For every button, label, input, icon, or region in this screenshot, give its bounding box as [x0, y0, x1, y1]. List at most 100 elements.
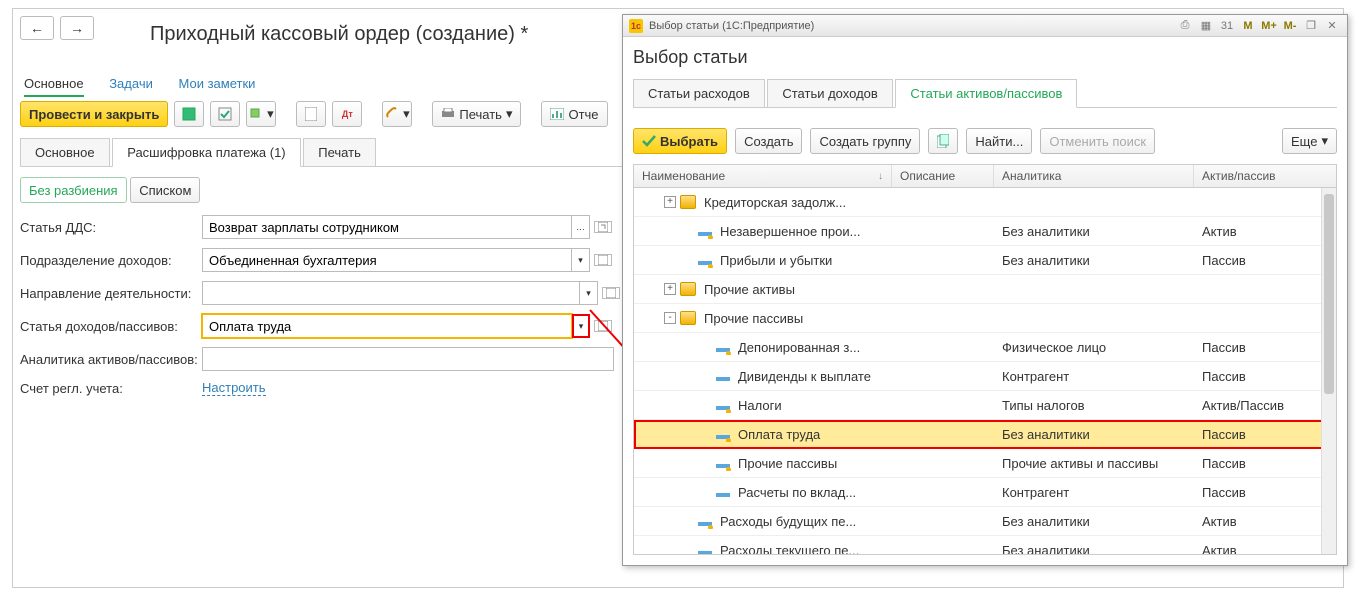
- tree-row[interactable]: Расходы текущего пе...Без аналитикиАктив: [634, 536, 1336, 555]
- direction-dd[interactable]: ▾: [580, 281, 598, 305]
- col-analytics[interactable]: Аналитика: [994, 165, 1194, 187]
- col-name[interactable]: Наименование↓: [634, 165, 892, 187]
- row-ap: Пассив: [1194, 369, 1336, 384]
- titlebar-print-icon[interactable]: ⎙: [1176, 18, 1194, 34]
- direction-label: Направление деятельности:: [20, 286, 202, 301]
- tab-expenses[interactable]: Статьи расходов: [633, 79, 765, 107]
- titlebar-mplus[interactable]: M+: [1260, 18, 1278, 34]
- tree-row[interactable]: + Прочие активы: [634, 275, 1336, 304]
- income-open[interactable]: [594, 320, 612, 332]
- row-name: Кредиторская задолж...: [704, 195, 846, 210]
- scrollbar[interactable]: [1321, 188, 1336, 554]
- tree-row[interactable]: + Кредиторская задолж...: [634, 188, 1336, 217]
- tab-main[interactable]: Основное: [20, 138, 110, 166]
- col-ap[interactable]: Актив/пассив: [1194, 165, 1336, 187]
- post-close-button[interactable]: Провести и закрыть: [20, 101, 168, 127]
- row-analytics: Типы налогов: [994, 398, 1194, 413]
- row-name: Расходы будущих пе...: [720, 514, 856, 529]
- dialog-titlebar[interactable]: 1c Выбор статьи (1С:Предприятие) ⎙ ▦ 31 …: [623, 15, 1347, 37]
- row-analytics: Без аналитики: [994, 224, 1194, 239]
- folder-icon: [680, 195, 696, 209]
- tab-assets[interactable]: Статьи активов/пассивов: [895, 79, 1077, 108]
- tree-row[interactable]: НалогиТипы налоговАктив/Пассив: [634, 391, 1336, 420]
- titlebar-mminus[interactable]: M-: [1281, 18, 1299, 34]
- row-analytics: Физическое лицо: [994, 340, 1194, 355]
- income-label: Статья доходов/пассивов:: [20, 319, 202, 334]
- tab-income[interactable]: Статьи доходов: [767, 79, 892, 107]
- logo-1c-icon: 1c: [629, 19, 643, 33]
- expand-icon[interactable]: -: [664, 312, 676, 324]
- direction-input[interactable]: [202, 281, 580, 305]
- tree-row[interactable]: Расходы будущих пе...Без аналитикиАктив: [634, 507, 1336, 536]
- income-dd[interactable]: ▾: [572, 314, 590, 338]
- scrollbar-thumb[interactable]: [1324, 194, 1334, 394]
- titlebar-m[interactable]: M: [1239, 18, 1257, 34]
- post-icon[interactable]: [210, 101, 240, 127]
- expand-icon[interactable]: +: [664, 283, 676, 295]
- tree-row[interactable]: Незавершенное прои...Без аналитикиАктив: [634, 217, 1336, 246]
- tree-row[interactable]: Прибыли и убыткиБез аналитикиПассив: [634, 246, 1336, 275]
- save-icon[interactable]: [174, 101, 204, 127]
- row-name: Прибыли и убытки: [720, 253, 832, 268]
- tree-body[interactable]: + Кредиторская задолж... Незавершенное про…: [633, 188, 1337, 555]
- reports-button[interactable]: Отче: [541, 101, 607, 127]
- select-article-dialog: 1c Выбор статьи (1С:Предприятие) ⎙ ▦ 31 …: [622, 14, 1348, 566]
- titlebar-calendar-icon[interactable]: 31: [1218, 18, 1236, 34]
- mode-nosplit[interactable]: Без разбиения: [20, 177, 127, 203]
- leaf-icon: [716, 348, 730, 352]
- expand-icon[interactable]: +: [664, 196, 676, 208]
- tree-row[interactable]: Прочие пассивыПрочие активы и пассивыПас…: [634, 449, 1336, 478]
- doc-icon-1[interactable]: [296, 101, 326, 127]
- row-ap: Пассив: [1194, 253, 1336, 268]
- dept-dd[interactable]: ▾: [572, 248, 590, 272]
- col-desc[interactable]: Описание: [892, 165, 994, 187]
- row-ap: Пассив: [1194, 485, 1336, 500]
- based-on-button[interactable]: ▾: [246, 101, 276, 127]
- toplink-tasks[interactable]: Задачи: [109, 76, 153, 91]
- dds-open[interactable]: [594, 221, 612, 233]
- row-ap: Актив: [1194, 514, 1336, 529]
- row-name: Оплата труда: [738, 427, 820, 442]
- select-button[interactable]: Выбрать: [633, 128, 727, 154]
- direction-open[interactable]: [602, 287, 620, 299]
- find-button[interactable]: Найти...: [966, 128, 1032, 154]
- tree-row[interactable]: Расчеты по вклад...КонтрагентПассив: [634, 478, 1336, 507]
- toplink-main[interactable]: Основное: [24, 76, 84, 97]
- nav-forward-button[interactable]: →: [60, 16, 94, 40]
- copy-icon[interactable]: [928, 128, 958, 154]
- dds-input[interactable]: [202, 215, 572, 239]
- sort-icon: ↓: [878, 171, 883, 182]
- titlebar-calc-icon[interactable]: ▦: [1197, 18, 1215, 34]
- tree-row[interactable]: -Прочие пассивы: [634, 304, 1336, 333]
- tab-decode[interactable]: Расшифровка платежа (1): [112, 138, 300, 167]
- tree-row[interactable]: Депонированная з...Физическое лицоПассив: [634, 333, 1336, 362]
- titlebar-restore-icon[interactable]: ❐: [1302, 18, 1320, 34]
- tree-row[interactable]: Оплата трудаБез аналитикиПассив: [634, 420, 1336, 449]
- analytics-input[interactable]: [202, 347, 614, 371]
- tree-row[interactable]: Дивиденды к выплатеКонтрагентПассив: [634, 362, 1336, 391]
- create-group-button[interactable]: Создать группу: [810, 128, 920, 154]
- row-ap: Пассив: [1194, 340, 1336, 355]
- leaf-icon: [698, 522, 712, 526]
- row-name: Незавершенное прои...: [720, 224, 860, 239]
- account-configure-link[interactable]: Настроить: [202, 380, 266, 396]
- dialog-heading: Выбор статьи: [633, 47, 1337, 68]
- mode-list[interactable]: Списком: [130, 177, 200, 203]
- print-button[interactable]: Печать ▾: [432, 101, 521, 127]
- cancel-search-button[interactable]: Отменить поиск: [1040, 128, 1155, 154]
- dds-more[interactable]: …: [572, 215, 590, 239]
- more-button[interactable]: Еще ▾: [1282, 128, 1337, 154]
- row-analytics: Без аналитики: [994, 543, 1194, 556]
- doc-icon-2[interactable]: Дт: [332, 101, 362, 127]
- dept-input[interactable]: [202, 248, 572, 272]
- titlebar-close-icon[interactable]: ✕: [1323, 18, 1341, 34]
- attach-button[interactable]: ▾: [382, 101, 412, 127]
- nav-back-button[interactable]: ←: [20, 16, 54, 40]
- income-input[interactable]: [202, 314, 572, 338]
- row-name: Прочие активы: [704, 282, 795, 297]
- dept-open[interactable]: [594, 254, 612, 266]
- dialog-tabs: Статьи расходов Статьи доходов Статьи ак…: [633, 78, 1337, 108]
- tab-print[interactable]: Печать: [303, 138, 376, 166]
- toplink-notes[interactable]: Мои заметки: [178, 76, 255, 91]
- create-button[interactable]: Создать: [735, 128, 802, 154]
